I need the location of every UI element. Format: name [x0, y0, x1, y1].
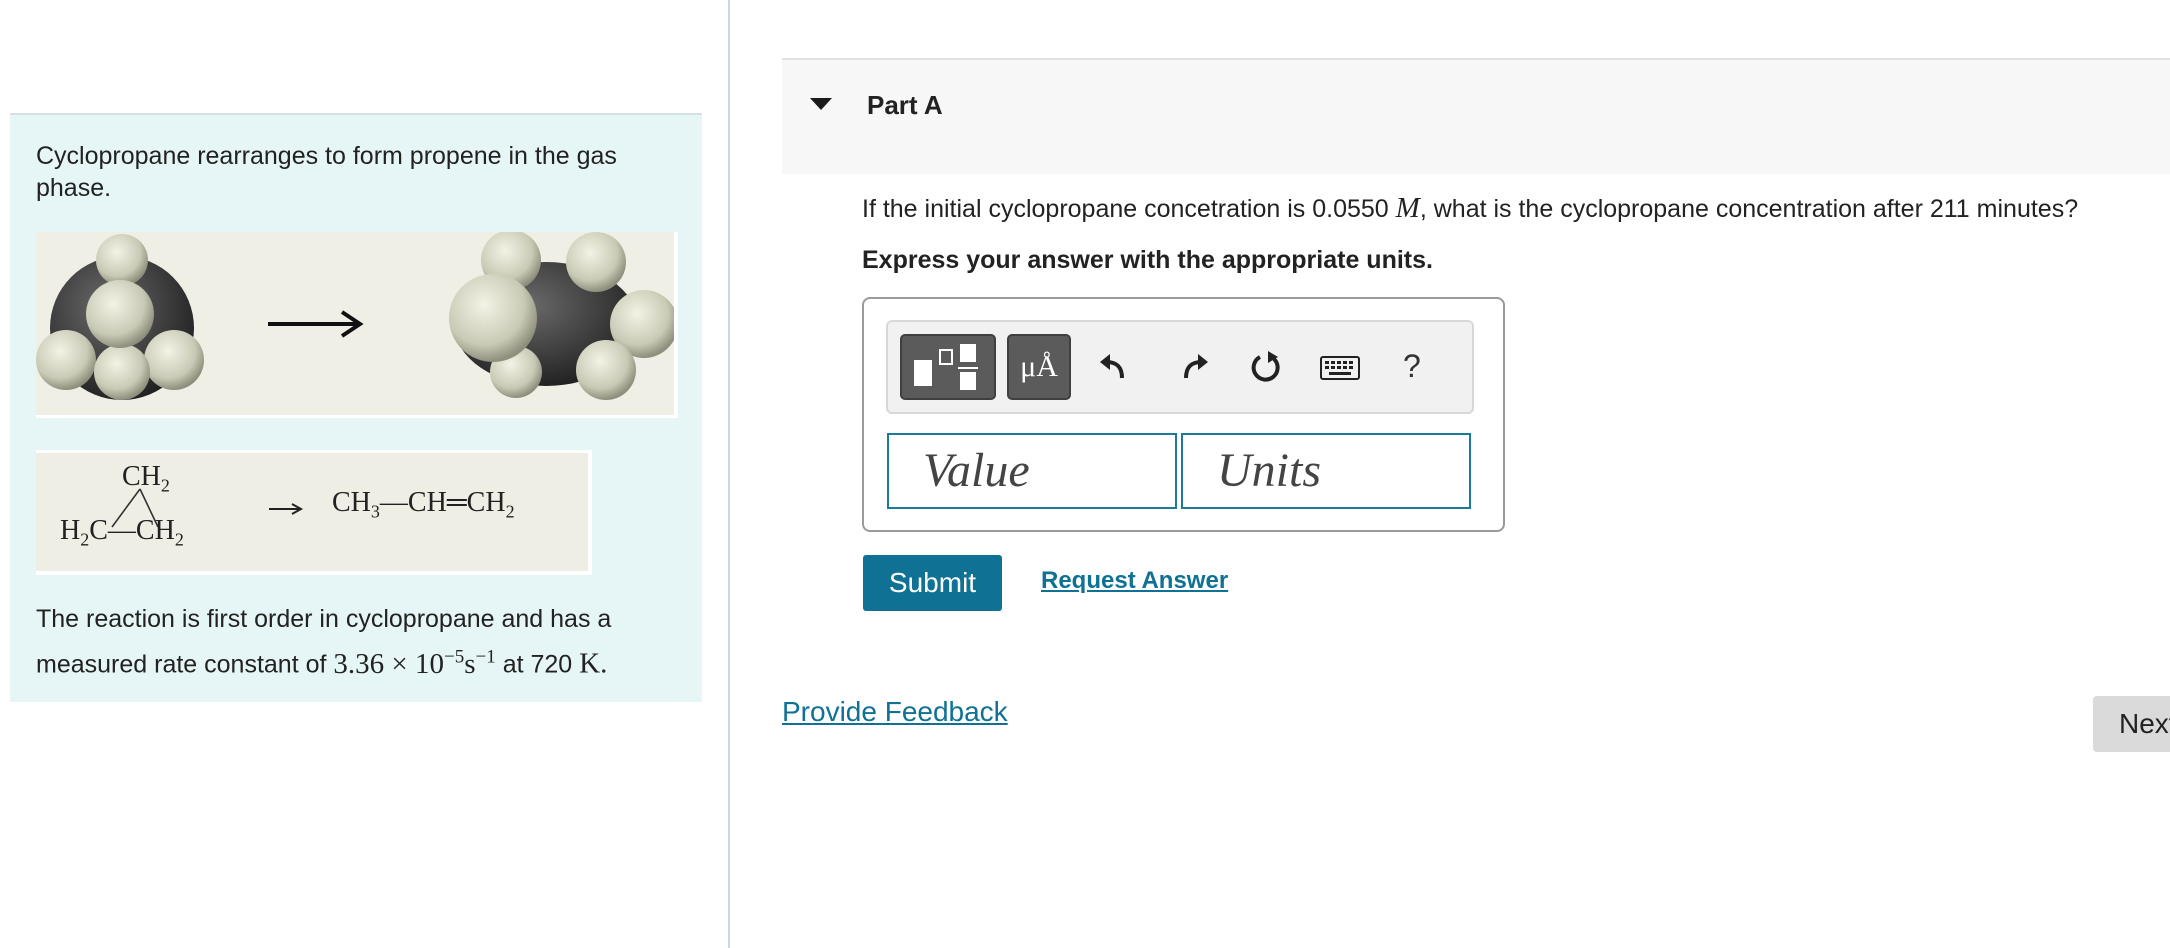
units-button[interactable]: μÅ: [1007, 334, 1071, 400]
answer-instruction: Express your answer with the appropriate…: [862, 246, 1433, 274]
request-answer-link[interactable]: Request Answer: [1041, 567, 1228, 595]
redo-icon[interactable]: [1176, 350, 1210, 384]
molecule-models: [36, 232, 674, 400]
provide-feedback-link[interactable]: Provide Feedback: [782, 696, 1008, 728]
formula-propene: CH3—CH═CH2: [332, 487, 515, 522]
reset-icon[interactable]: [1248, 349, 1284, 385]
next-button[interactable]: Next: [2093, 696, 2170, 752]
space-filling-model-image: [36, 232, 678, 418]
help-icon[interactable]: ?: [1403, 348, 1421, 385]
structural-formula-image: CH2 H2C—CH2 CH3—CH═CH2: [36, 450, 592, 575]
submit-button[interactable]: Submit: [863, 555, 1002, 611]
fraction-template-icon: [914, 344, 978, 390]
undo-icon[interactable]: [1098, 350, 1132, 384]
collapse-triangle-icon[interactable]: [810, 98, 832, 110]
value-input[interactable]: Value: [887, 433, 1177, 509]
part-title: Part A: [867, 90, 943, 120]
problem-intro: Cyclopropane rearranges to form propene …: [36, 142, 617, 202]
question-text: If the initial cyclopropane concetration…: [862, 192, 2079, 224]
keyboard-icon[interactable]: [1320, 356, 1360, 380]
reaction-description: The reaction is first order in cycloprop…: [36, 605, 612, 680]
part-a-header[interactable]: [782, 58, 2170, 174]
formula-ch2-top: CH2: [122, 461, 170, 496]
rate-constant: 3.36 × 10−5s−1: [333, 646, 496, 680]
pane-divider: [728, 0, 730, 948]
units-input[interactable]: Units: [1181, 433, 1471, 509]
formula-h2c: H2C—CH2: [60, 515, 184, 550]
templates-button[interactable]: [900, 334, 996, 400]
